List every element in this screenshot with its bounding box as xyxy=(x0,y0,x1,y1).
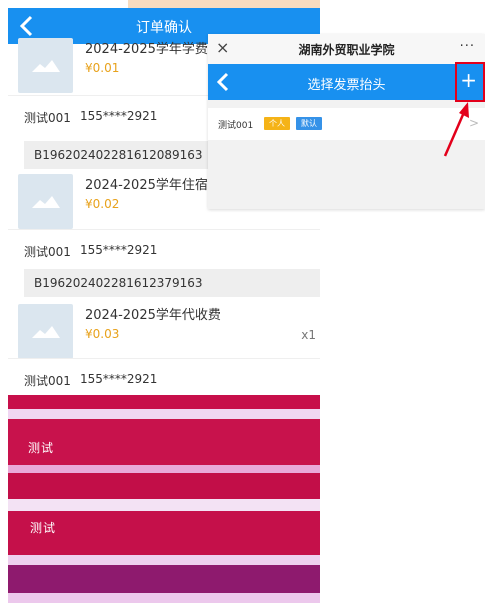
personal-tag: 个人 xyxy=(264,117,290,130)
product-name: 2024-2025学年住宿费 xyxy=(85,178,221,193)
glitch-text: 测试 xyxy=(30,521,57,535)
glitch-band xyxy=(8,409,320,419)
app-title: 湖南外贸职业学院 xyxy=(298,43,395,57)
product-name: 2024-2025学年学费 xyxy=(85,42,208,57)
image-placeholder-icon xyxy=(32,326,60,338)
glitch-band xyxy=(8,419,320,465)
contact-row: 测试001 155****2921 xyxy=(8,229,320,269)
order-number: B196202402281612379163 xyxy=(24,269,320,297)
product-thumbnail xyxy=(18,38,73,93)
more-icon[interactable]: ··· xyxy=(460,39,475,54)
glitch-band xyxy=(8,473,320,499)
highlight-box xyxy=(455,62,485,102)
glitch-band xyxy=(8,499,320,511)
contact-name: 测试001 xyxy=(24,374,71,388)
corrupted-image-region: 测试 测试 xyxy=(8,395,320,603)
glitch-text: 测试 xyxy=(28,441,55,455)
image-placeholder-icon xyxy=(32,60,60,72)
contact-row: 测试001 155****2921 xyxy=(8,358,320,398)
miniprogram-title-bar: × 湖南外贸职业学院 ··· xyxy=(208,34,485,64)
contact-name: 测试001 xyxy=(24,111,71,125)
product-name: 2024-2025学年代收费 xyxy=(85,308,221,323)
default-tag: 默认 xyxy=(296,117,322,130)
contact-name: 测试001 xyxy=(24,245,71,259)
product-price: ¥0.01 xyxy=(85,61,120,75)
glitch-band xyxy=(8,395,320,409)
glitch-band xyxy=(8,465,320,473)
image-placeholder-icon xyxy=(32,196,60,208)
invoice-title-name: 测试001 xyxy=(218,121,254,131)
product-price: ¥0.02 xyxy=(85,197,120,211)
glitch-band xyxy=(8,555,320,565)
top-strip xyxy=(128,0,320,8)
contact-phone: 155****2921 xyxy=(80,109,158,123)
product-price: ¥0.03 xyxy=(85,327,120,341)
product-thumbnail xyxy=(18,304,73,359)
product-item[interactable]: 2024-2025学年代收费 ¥0.03 x1 xyxy=(8,300,320,360)
contact-phone: 155****2921 xyxy=(80,243,158,257)
glitch-band xyxy=(8,593,320,603)
product-quantity: x1 xyxy=(301,328,316,342)
arrow-icon xyxy=(443,102,469,157)
product-thumbnail xyxy=(18,174,73,229)
glitch-band xyxy=(8,565,320,593)
invoice-header: 选择发票抬头 + xyxy=(208,64,485,100)
contact-phone: 155****2921 xyxy=(80,372,158,386)
page-title: 选择发票抬头 xyxy=(307,78,386,93)
